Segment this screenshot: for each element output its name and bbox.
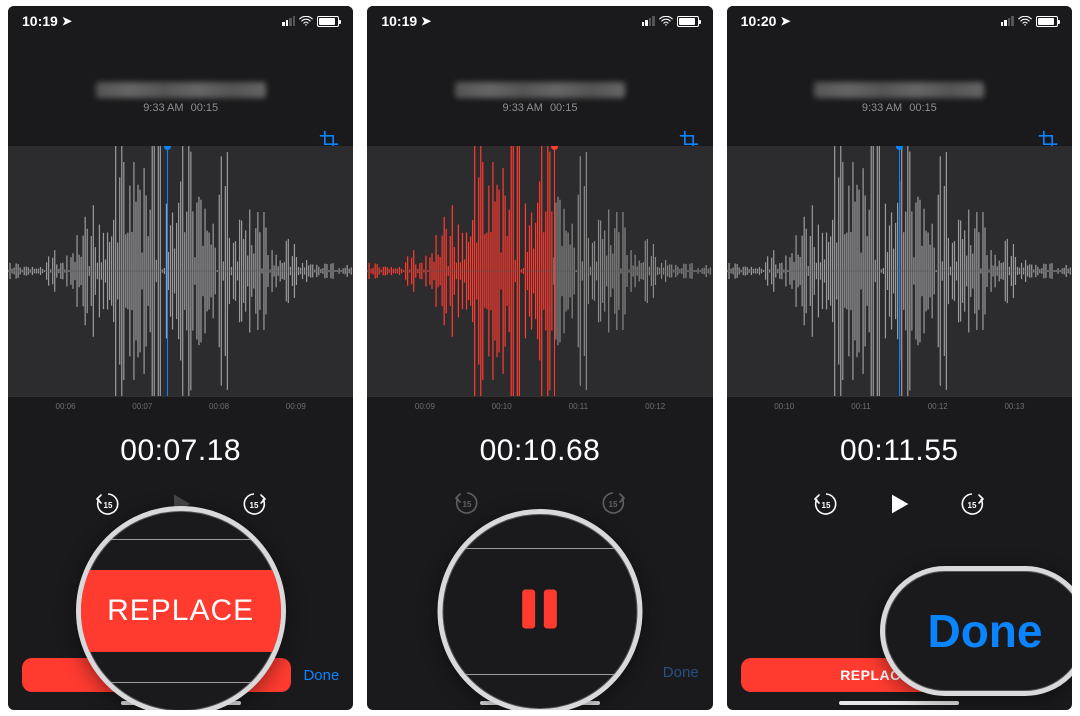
play-button[interactable] [885,490,913,523]
recording-subtitle: 9:33 AM 00:15 [8,102,353,114]
recording-header: 9:33 AM 00:15 [727,36,1072,114]
wifi-icon [1018,13,1032,29]
phone-screen-1: 10:19 ➤ 9:33 AM 00:15 00:0600:0700:0800: [8,6,353,710]
recording-header: 9:33 AM 00:15 [8,36,353,114]
recording-title-blurred [814,82,984,98]
ruler-tick: 00:10 [765,402,803,411]
cellular-icon [282,16,295,26]
svg-text:15: 15 [463,500,472,509]
waveform[interactable] [8,146,353,396]
ruler-tick: 00:07 [123,402,161,411]
done-button[interactable]: Done [303,667,339,684]
recording-title-blurred [96,82,266,98]
voice-memo-edit-screen: 10:20 ➤ 9:33 AM 00:15 00:1000:1100:1200: [727,6,1072,710]
skip-forward-button[interactable]: 15 [959,491,985,522]
skip-back-button[interactable]: 15 [454,490,480,521]
magnified-replace-label: REPLACE [81,570,281,652]
home-indicator[interactable] [839,701,959,705]
voice-memo-edit-screen: 10:19 ➤ 9:33 AM 00:15 00:0600:0700:0800: [8,6,353,710]
time-readout: 00:11.55 [727,434,1072,468]
ruler-tick: 00:06 [46,402,84,411]
ruler-tick: 00:09 [277,402,315,411]
cellular-icon [1001,16,1014,26]
phone-screen-3: 10:20 ➤ 9:33 AM 00:15 00:1000:1100:1200: [727,6,1072,710]
ruler-tick: 00:12 [636,402,674,411]
waveform[interactable] [727,146,1072,396]
ruler-tick: 00:12 [919,402,957,411]
status-bar: 10:19 ➤ [367,6,712,36]
recording-subtitle: 9:33 AM 00:15 [727,102,1072,114]
status-bar: 10:20 ➤ [727,6,1072,36]
status-time: 10:19 [381,13,417,29]
wifi-icon [659,13,673,29]
magnifier-pause [437,509,642,710]
skip-back-button[interactable]: 15 [95,491,121,522]
recording-header: 9:33 AM 00:15 [367,36,712,114]
playhead[interactable] [899,146,900,396]
waveform[interactable] [367,146,712,396]
magnified-done-label: Done [927,604,1042,658]
status-time: 10:19 [22,13,58,29]
cellular-icon [642,16,655,26]
location-icon: ➤ [780,14,790,28]
magnified-pause-icon [514,580,566,643]
battery-icon [317,16,339,27]
time-readout: 00:10.68 [367,434,712,468]
ruler-tick: 00:11 [842,402,880,411]
transport-controls: 15 15 [727,490,1072,523]
status-time: 10:20 [741,13,777,29]
ruler-tick: 00:09 [406,402,444,411]
svg-text:15: 15 [968,501,977,510]
playhead[interactable] [554,146,555,396]
location-icon: ➤ [62,14,72,28]
timeline-ruler: 00:06 00:07 00:08 00:09 [8,396,353,416]
recording-duration: 00:15 [550,102,578,114]
skip-forward-button[interactable]: 15 [241,491,267,522]
location-icon: ➤ [421,14,431,28]
recording-duration: 00:15 [909,102,937,114]
phone-screen-2: 10:19 ➤ 9:33 AM 00:15 00:0900:1000:1100: [367,6,712,710]
recording-time: 9:33 AM [143,102,183,114]
skip-forward-button[interactable]: 15 [600,490,626,521]
skip-back-button[interactable]: 15 [813,491,839,522]
battery-icon [1036,16,1058,27]
recording-subtitle: 9:33 AM 00:15 [367,102,712,114]
ruler-tick: 00:08 [200,402,238,411]
magnifier-replace: REPLACE [76,506,286,710]
svg-text:15: 15 [609,500,618,509]
status-bar: 10:19 ➤ [8,6,353,36]
recording-duration: 00:15 [191,102,219,114]
ruler-tick: 00:13 [995,402,1033,411]
timeline-ruler: 00:09 00:10 00:11 00:12 [367,396,712,416]
svg-text:15: 15 [822,501,831,510]
time-readout: 00:07.18 [8,434,353,468]
recording-title-blurred [455,82,625,98]
magnifier-done: Done [880,566,1072,696]
svg-text:15: 15 [103,501,112,510]
timeline-ruler: 00:10 00:11 00:12 00:13 [727,396,1072,416]
battery-icon [677,16,699,27]
ruler-tick: 00:11 [559,402,597,411]
voice-memo-edit-screen: 10:19 ➤ 9:33 AM 00:15 00:0900:1000:1100: [367,6,712,710]
svg-text:15: 15 [249,501,258,510]
ruler-tick: 00:10 [482,402,520,411]
recording-time: 9:33 AM [503,102,543,114]
recording-time: 9:33 AM [862,102,902,114]
wifi-icon [299,13,313,29]
playhead[interactable] [167,146,168,396]
done-button[interactable]: Done [663,664,699,681]
